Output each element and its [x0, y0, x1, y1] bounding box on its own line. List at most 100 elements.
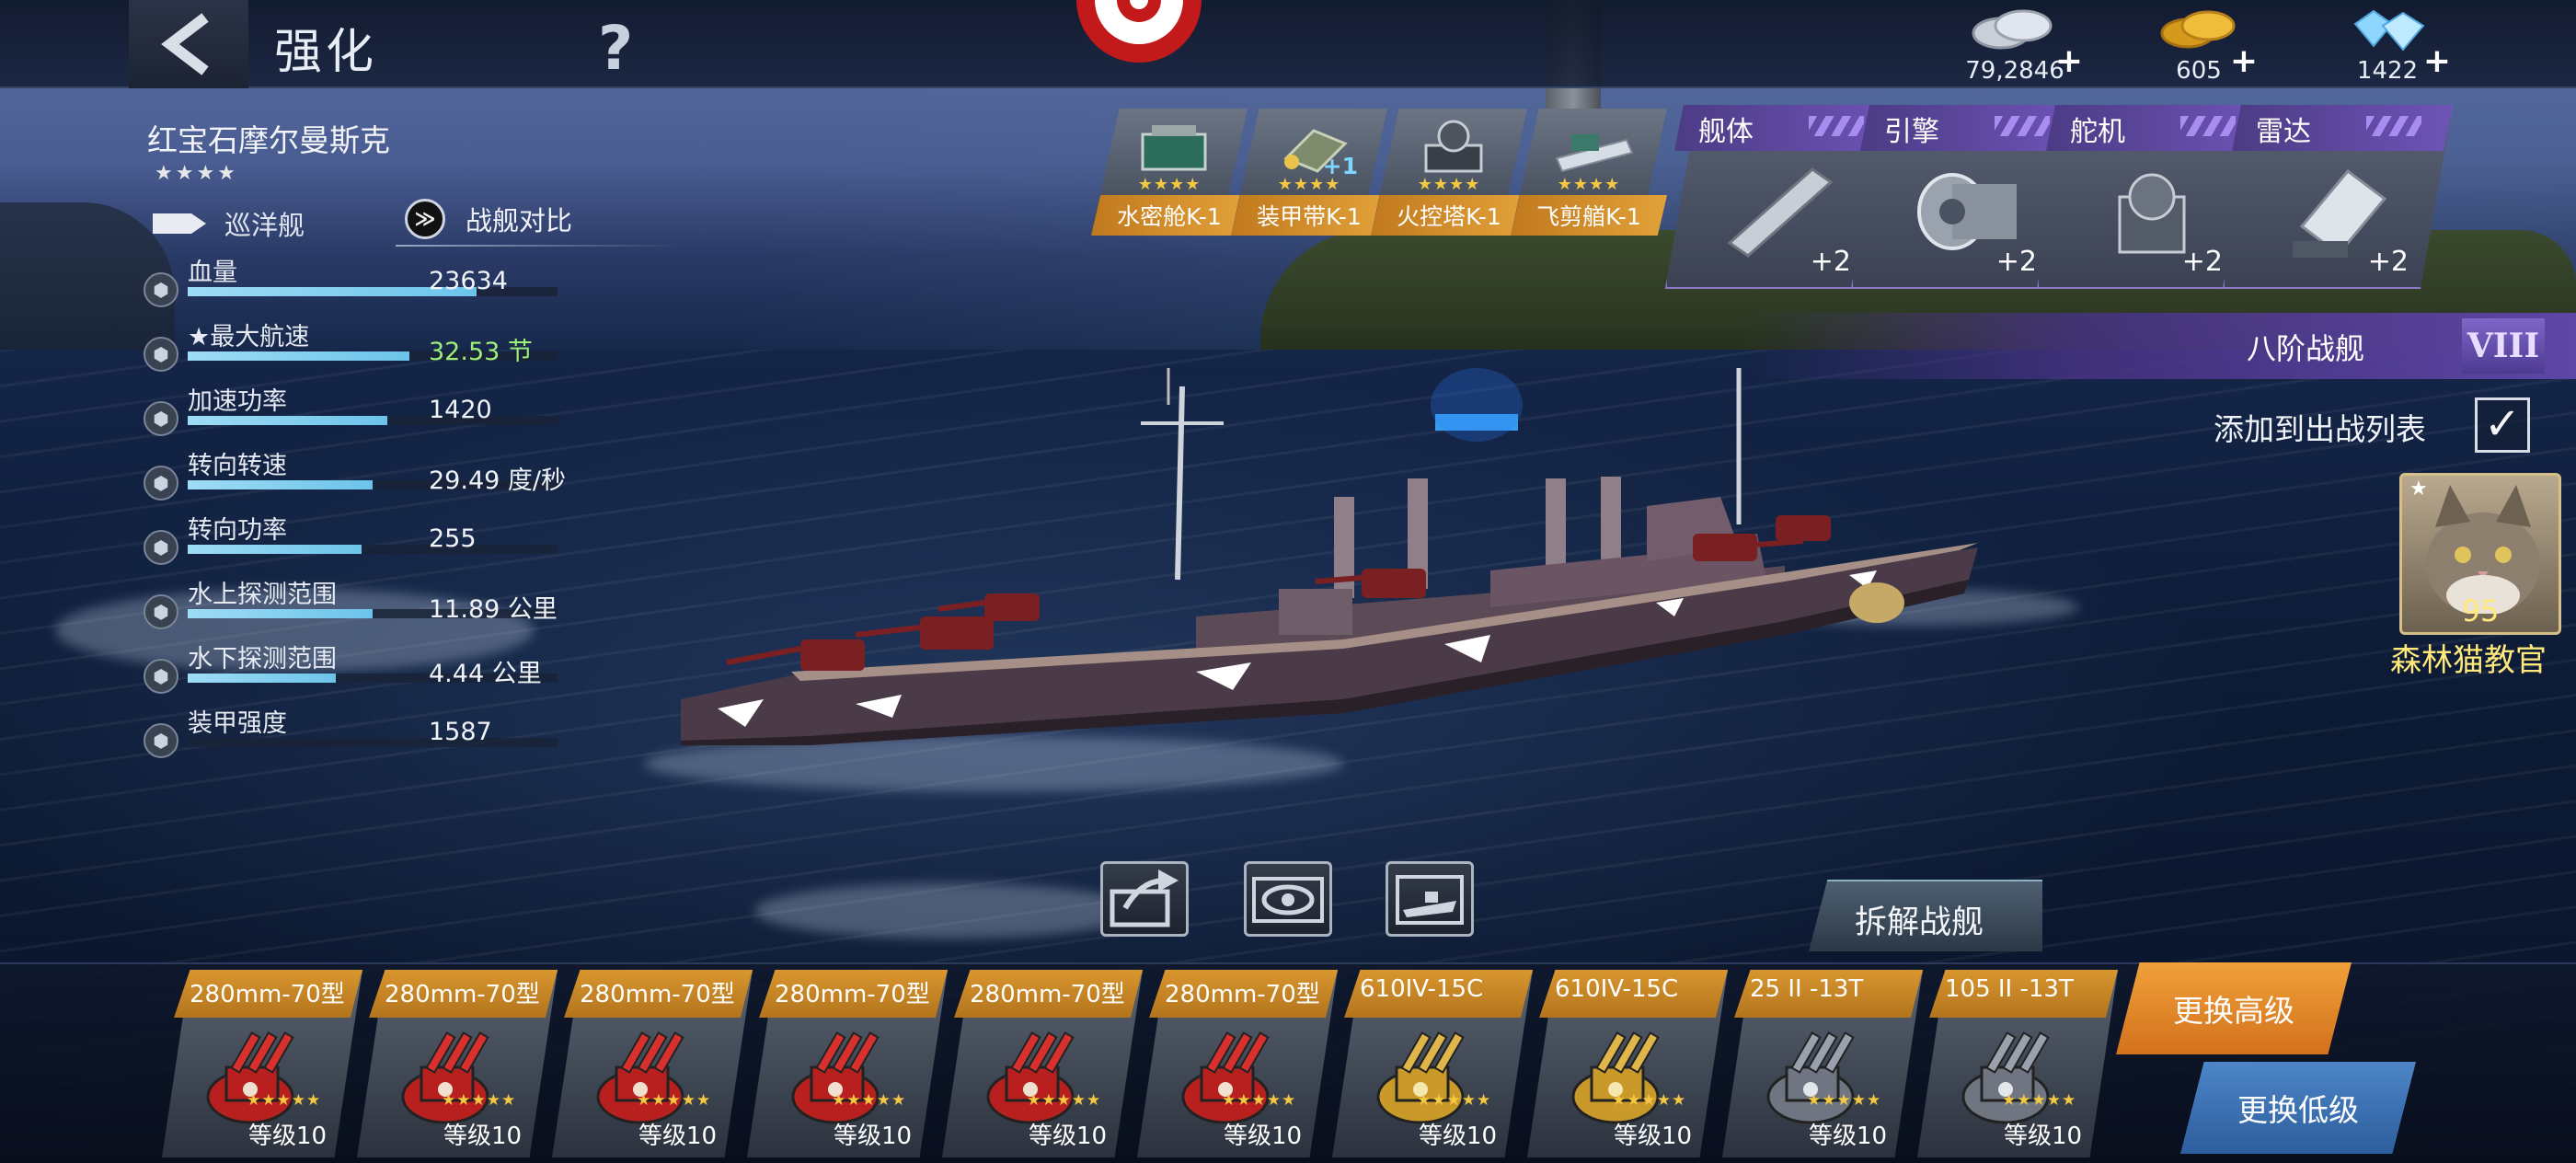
compare-label: 战舰对比: [466, 205, 573, 236]
weapon-stars: ★★★★★: [2002, 1091, 2077, 1110]
module-upgrade-level: +2: [1995, 246, 2037, 278]
module-name: 舵机: [2070, 116, 2125, 148]
weapon-slot[interactable]: 280mm-70型 ★★★★★ 等级10: [357, 970, 558, 1157]
gun-turret-icon: [986, 1031, 1075, 1124]
weapon-level: 等级10: [2004, 1123, 2083, 1150]
warship-model[interactable]: [681, 368, 1987, 764]
currency-diamond[interactable]: 1422 +: [2337, 6, 2451, 85]
divider: [396, 245, 681, 247]
weapon-slot[interactable]: 25 II -13T ★★★★★ 等级10: [1722, 970, 1923, 1157]
add-silver-icon[interactable]: +: [2055, 42, 2083, 80]
add-gold-icon[interactable]: +: [2230, 42, 2258, 80]
fire-control-tower-icon: [1424, 120, 1483, 173]
stat-value: 29.49 度/秒: [429, 466, 566, 495]
officer-portrait[interactable]: ★ 95: [2399, 473, 2561, 635]
eye-icon: [1252, 877, 1324, 923]
module-upgrade-level: +2: [2181, 246, 2223, 278]
weapon-level: 等级10: [248, 1123, 328, 1150]
add-to-battle-checkbox[interactable]: ✓: [2475, 397, 2530, 453]
weapon-level: 等级10: [1614, 1123, 1693, 1150]
back-button[interactable]: [129, 0, 248, 88]
stat-label: 血量: [188, 259, 237, 287]
silver-amount: 79,2846: [1965, 57, 2064, 85]
stat-icon: ⬢: [144, 401, 178, 436]
weapon-slot[interactable]: 105 II -13T ★★★★★ 等级10: [1917, 970, 2118, 1157]
ship-compare-button[interactable]: ≫ 战舰对比: [405, 199, 572, 239]
weapon-slot[interactable]: 610IV-15C ★★★★★ 等级10: [1527, 970, 1728, 1157]
stat-value: 4.44 公里: [429, 660, 542, 688]
weapon-level: 等级10: [1224, 1123, 1303, 1150]
weapon-stars: ★★★★★: [637, 1091, 712, 1110]
module-upgrade-level: +2: [1810, 246, 1851, 278]
top-bar: 强化 ? 79,2846 + 605 + 1422 +: [0, 0, 2576, 88]
engine-icon: [1917, 173, 2017, 250]
equipment-stars: ★★★★: [1557, 175, 1621, 194]
stat-row: ⬢ 水上探测范围 11.89 公里: [138, 572, 690, 637]
stat-icon: ⬢: [144, 337, 178, 372]
weapon-name: 25 II -13T: [1750, 975, 1864, 1003]
ship-class: 巡洋舰: [153, 204, 305, 243]
equipment-slot[interactable]: ★★★★ 飞剪艏K-1: [1511, 109, 1667, 236]
tier-bar: 八阶战舰 VIII: [1748, 313, 2576, 379]
gun-turret-icon: [791, 1031, 880, 1124]
stat-label: ★最大航速: [188, 323, 310, 351]
weapon-stars: ★★★★★: [1027, 1091, 1102, 1110]
equipment-slot[interactable]: ★★★★ 水密舱K-1: [1091, 109, 1248, 236]
stat-label: 转向转速: [188, 452, 287, 480]
gun-turret-icon: [206, 1031, 294, 1124]
weapon-name: 280mm-70型: [1165, 981, 1320, 1008]
weapon-slot[interactable]: 280mm-70型 ★★★★★ 等级10: [1137, 970, 1338, 1157]
stat-icon: ⬢: [144, 659, 178, 694]
fleet-icon: [1396, 875, 1464, 925]
weapon-name: 280mm-70型: [385, 981, 540, 1008]
stat-row: ⬢ 水下探测范围 4.44 公里: [138, 637, 690, 701]
share-button[interactable]: [1100, 861, 1189, 937]
module-radar[interactable]: 雷达 +2: [2223, 105, 2453, 289]
gun-turret-icon: [1376, 1031, 1465, 1124]
equipment-label: 火控塔K-1: [1397, 203, 1501, 230]
stat-row: ⬢ 转向转速 29.49 度/秒: [138, 443, 690, 508]
module-stripes: [2366, 116, 2421, 136]
help-icon[interactable]: ?: [598, 13, 633, 84]
weapon-slot[interactable]: 280mm-70型 ★★★★★ 等级10: [162, 970, 362, 1157]
stat-bar-fill: [188, 609, 373, 618]
ship-stats: ⬢ 血量 23634 ⬢ ★最大航速 32.53 节 ⬢ 加速功率 1420 ⬢ 转向转速 29.49…: [138, 250, 690, 766]
stat-value: 23634: [429, 267, 508, 295]
camera-button[interactable]: [1076, 0, 1202, 64]
currency-silver[interactable]: 79,2846 +: [1960, 6, 2083, 85]
equipment-slot[interactable]: +1 ★★★★ 装甲带K-1: [1231, 109, 1387, 236]
weapon-slot[interactable]: 610IV-15C ★★★★★ 等级10: [1332, 970, 1533, 1157]
weapon-slot[interactable]: 280mm-70型 ★★★★★ 等级10: [942, 970, 1143, 1157]
stat-bar-fill: [188, 545, 362, 554]
weapon-stars: ★★★★★: [247, 1091, 322, 1110]
module-name: 雷达: [2256, 116, 2311, 148]
stat-bar: [188, 545, 558, 554]
weapon-level: 等级10: [1809, 1123, 1888, 1150]
weapon-slot[interactable]: 280mm-70型 ★★★★★ 等级10: [747, 970, 948, 1157]
stat-bar-fill: [188, 416, 388, 425]
weapon-level: 等级10: [1419, 1123, 1498, 1150]
officer-star: ★: [2409, 478, 2428, 501]
view-button[interactable]: [1244, 861, 1332, 937]
swap-high-button[interactable]: 更换高级: [2116, 962, 2352, 1054]
stat-bar: [188, 738, 558, 747]
equipment-stars: ★★★★: [1137, 175, 1202, 194]
equipment-slot[interactable]: ★★★★ 火控塔K-1: [1371, 109, 1527, 236]
stat-icon: ⬢: [144, 723, 178, 758]
swap-low-button[interactable]: 更换低级: [2180, 1062, 2416, 1154]
stat-bar: [188, 416, 558, 425]
weapon-stars: ★★★★★: [442, 1091, 517, 1110]
dismantle-ship-button[interactable]: 拆解战舰: [1809, 880, 2042, 951]
cruiser-class-icon: [153, 213, 206, 234]
tier-label: 八阶战舰: [2246, 331, 2364, 366]
weapon-slot[interactable]: 280mm-70型 ★★★★★ 等级10: [552, 970, 753, 1157]
weapon-stars: ★★★★★: [1222, 1091, 1297, 1110]
stat-row: ⬢ 血量 23634: [138, 250, 690, 315]
currency-gold[interactable]: 605 +: [2153, 6, 2258, 85]
weapon-name: 105 II -13T: [1945, 975, 2074, 1003]
fleet-view-button[interactable]: [1386, 861, 1474, 937]
equipment-label: 水密舱K-1: [1117, 203, 1222, 230]
add-diamond-icon[interactable]: +: [2423, 42, 2451, 80]
stat-bar-fill: [188, 351, 410, 361]
weapon-stars: ★★★★★: [832, 1091, 907, 1110]
